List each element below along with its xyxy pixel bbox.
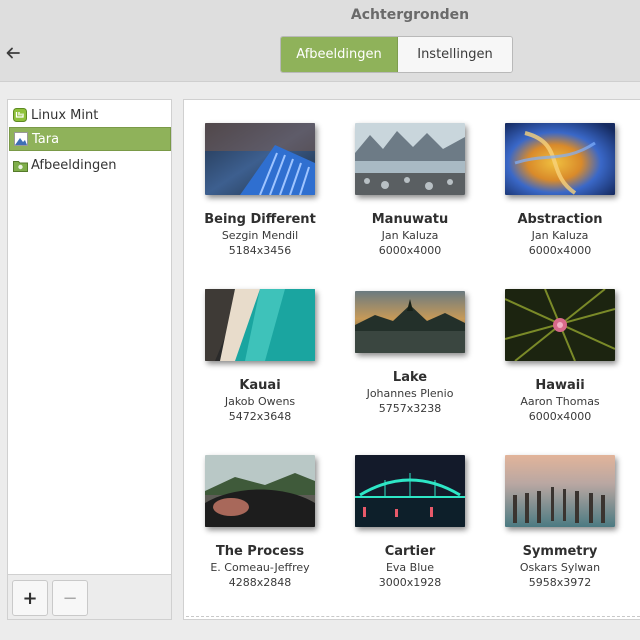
- sidebar-item-label: Linux Mint: [31, 107, 99, 123]
- wallpaper-author: Oskars Sylwan: [519, 561, 601, 574]
- wallpaper-thumbnail[interactable]: [355, 455, 465, 527]
- wallpaper-resolution: 6000x4000: [528, 410, 592, 423]
- image-file-icon: [13, 131, 29, 147]
- wallpaper-author: Jan Kaluza: [381, 229, 439, 242]
- wallpaper-resolution: 5184x3456: [228, 244, 292, 257]
- wallpaper-name: Kauai: [239, 378, 281, 393]
- wallpaper-thumbnail[interactable]: [505, 289, 615, 361]
- wallpaper-card[interactable]: Kauai Jakob Owens 5472x3648: [185, 289, 335, 424]
- wallpaper-name: Being Different: [204, 212, 316, 227]
- wallpaper-thumbnail[interactable]: [205, 123, 315, 195]
- wallpaper-author: Johannes Plenio: [366, 387, 454, 400]
- sidebar-item-label: Afbeeldingen: [31, 157, 117, 173]
- wallpaper-thumbnail[interactable]: [355, 291, 465, 353]
- back-arrow-icon[interactable]: [2, 42, 24, 64]
- sidebar-toolbar: + −: [7, 575, 172, 620]
- wallpaper-card[interactable]: Abstraction Jan Kaluza 6000x4000: [485, 123, 635, 258]
- sidebar-item-linux-mint[interactable]: Linux Mint: [9, 103, 171, 127]
- wallpaper-name: Lake: [392, 370, 428, 385]
- wallpaper-resolution: 5958x3972: [528, 576, 592, 589]
- wallpaper-card[interactable]: Lake Johannes Plenio 5757x3238: [335, 291, 485, 416]
- add-folder-button[interactable]: +: [12, 580, 48, 616]
- wallpaper-card[interactable]: Cartier Eva Blue 3000x1928: [335, 455, 485, 590]
- sidebar-item-label: Tara: [32, 131, 60, 147]
- wallpaper-resolution: 6000x4000: [378, 244, 442, 257]
- wallpaper-author: Eva Blue: [385, 561, 435, 574]
- grid-divider: [186, 616, 640, 617]
- mint-logo-icon: [12, 107, 28, 123]
- wallpaper-resolution: 3000x1928: [378, 576, 442, 589]
- wallpaper-thumbnail[interactable]: [205, 455, 315, 527]
- remove-folder-button[interactable]: −: [52, 580, 88, 616]
- wallpaper-resolution: 4288x2848: [228, 576, 292, 589]
- wallpaper-author: Jan Kaluza: [531, 229, 589, 242]
- wallpaper-author: Aaron Thomas: [520, 395, 600, 408]
- tab-afbeeldingen[interactable]: Afbeeldingen: [281, 37, 398, 72]
- wallpaper-resolution: 5757x3238: [378, 402, 442, 415]
- wallpaper-name: Manuwatu: [371, 212, 449, 227]
- wallpaper-card[interactable]: Manuwatu Jan Kaluza 6000x4000: [335, 123, 485, 258]
- pictures-folder-icon: [12, 157, 28, 173]
- wallpaper-resolution: 6000x4000: [528, 244, 592, 257]
- wallpaper-thumbnail[interactable]: [505, 455, 615, 527]
- tab-instellingen[interactable]: Instellingen: [398, 37, 512, 72]
- wallpaper-author: E. Comeau-Jeffrey: [210, 561, 310, 574]
- wallpaper-author: Sezgin Mendil: [221, 229, 299, 242]
- header-bar: Achtergronden Afbeeldingen Instellingen: [0, 0, 640, 82]
- wallpaper-card[interactable]: The Process E. Comeau-Jeffrey 4288x2848: [185, 455, 335, 590]
- wallpaper-author: Jakob Owens: [224, 395, 296, 408]
- wallpaper-card[interactable]: Symmetry Oskars Sylwan 5958x3972: [485, 455, 635, 590]
- wallpaper-card[interactable]: Hawaii Aaron Thomas 6000x4000: [485, 289, 635, 424]
- wallpaper-thumbnail[interactable]: [505, 123, 615, 195]
- sidebar-item-tara[interactable]: Tara: [9, 127, 171, 151]
- wallpaper-thumbnail[interactable]: [355, 123, 465, 195]
- wallpaper-name: The Process: [215, 544, 305, 559]
- wallpaper-name: Hawaii: [535, 378, 585, 393]
- wallpaper-resolution: 5472x3648: [228, 410, 292, 423]
- wallpaper-name: Symmetry: [522, 544, 598, 559]
- wallpaper-card[interactable]: Being Different Sezgin Mendil 5184x3456: [185, 123, 335, 258]
- sidebar-item-afbeeldingen[interactable]: Afbeeldingen: [9, 153, 171, 177]
- wallpaper-name: Cartier: [384, 544, 436, 559]
- wallpaper-name: Abstraction: [517, 212, 603, 227]
- wallpaper-thumbnail[interactable]: [205, 289, 315, 361]
- window-title: Achtergronden: [350, 7, 470, 23]
- view-switcher: Afbeeldingen Instellingen: [280, 36, 513, 73]
- folder-sidebar: Linux Mint Tara Afbeeldingen: [7, 99, 172, 575]
